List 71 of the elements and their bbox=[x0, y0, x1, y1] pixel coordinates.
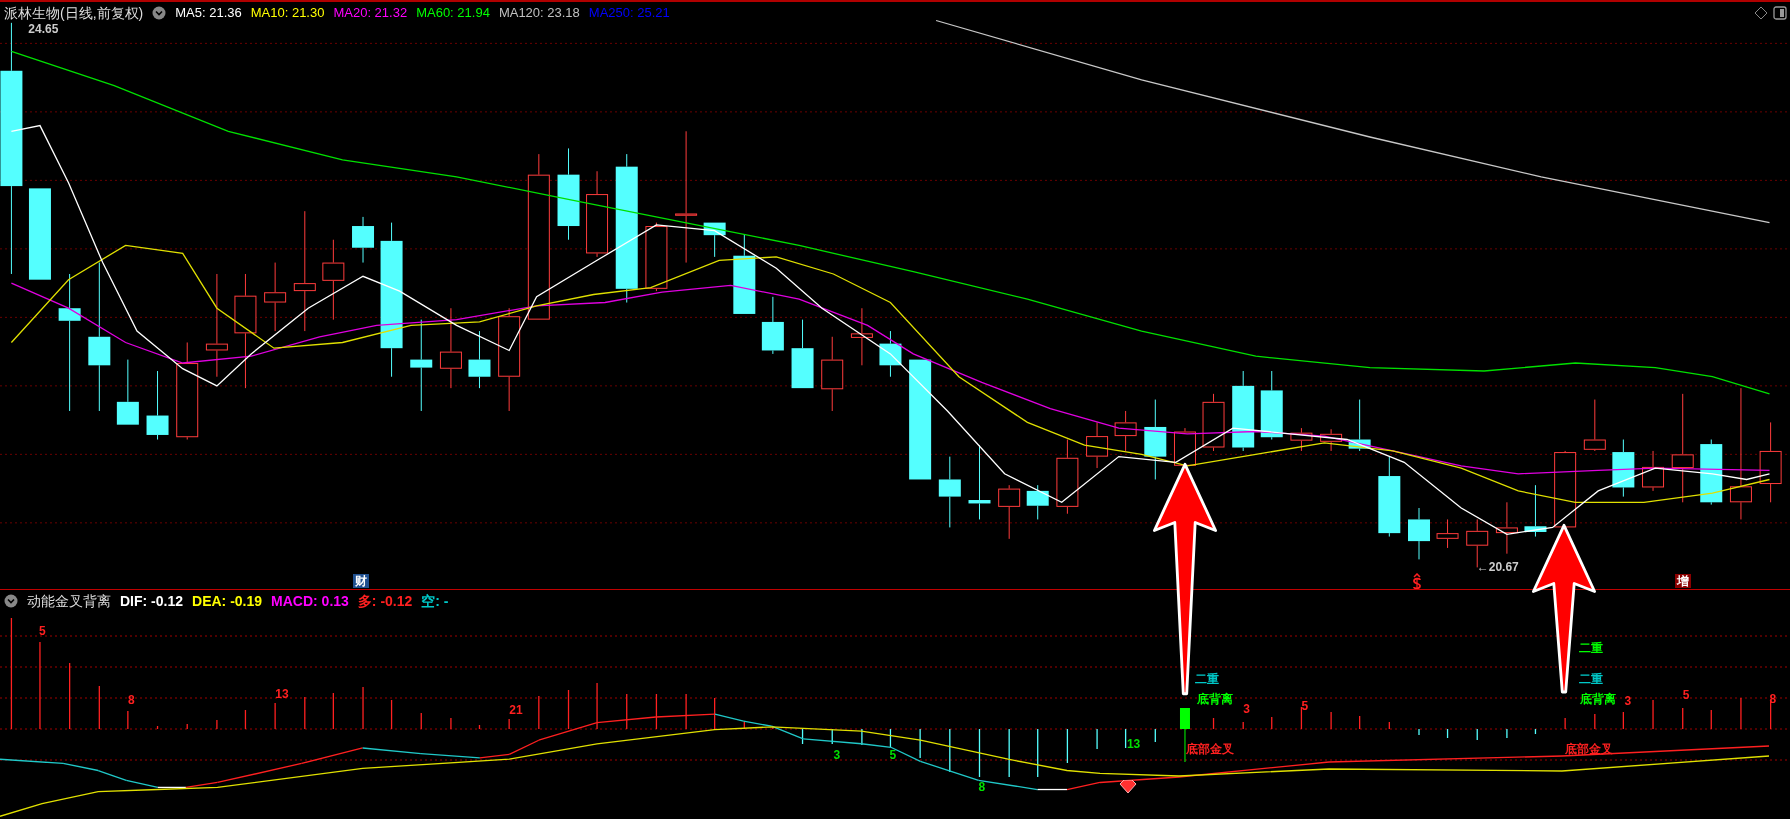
signal-label: 3 bbox=[1624, 694, 1632, 707]
price-label: ←20.67 bbox=[1476, 561, 1519, 574]
indicator-value: MA120: 23.18 bbox=[498, 4, 580, 23]
candlestick bbox=[1260, 370, 1283, 440]
indicator-value: MACD: 0.13 bbox=[271, 591, 349, 611]
candlestick bbox=[761, 296, 784, 355]
diamond-icon[interactable] bbox=[1754, 6, 1768, 20]
candlestick bbox=[264, 262, 287, 332]
signal-label: 8 bbox=[978, 780, 986, 793]
candlestick bbox=[1436, 518, 1459, 549]
candlestick bbox=[1495, 501, 1518, 555]
price-label: 24.65 bbox=[28, 22, 59, 35]
dropdown-icon[interactable] bbox=[4, 594, 18, 608]
candlestick bbox=[1086, 421, 1109, 469]
indicator-value: DEA: -0.19 bbox=[192, 591, 263, 611]
candlestick bbox=[116, 359, 139, 426]
panel-toggle-icon[interactable] bbox=[1773, 6, 1787, 20]
signal-label: 二重 bbox=[1579, 642, 1604, 655]
indicator-value: DIF: -0.12 bbox=[120, 591, 183, 611]
event-tag: 财 bbox=[352, 574, 369, 589]
candlestick bbox=[1320, 428, 1343, 452]
signal-label: 底背离 bbox=[1196, 692, 1233, 705]
candlestick bbox=[146, 370, 169, 440]
signal-label: 21 bbox=[509, 704, 523, 717]
event-tag: 增 bbox=[1674, 574, 1691, 589]
signal-label: 3 bbox=[1243, 702, 1250, 715]
signal-label: 二重 bbox=[1194, 673, 1219, 686]
indicator-value: 多: -0.12 bbox=[357, 591, 413, 611]
indicator-value: MA10: 21.30 bbox=[250, 4, 325, 23]
signal-label: 13 bbox=[275, 688, 289, 701]
candlestick bbox=[1408, 507, 1430, 560]
indicator-value: 空: - bbox=[421, 591, 449, 611]
candlestick bbox=[879, 330, 902, 378]
candlestick bbox=[468, 330, 491, 389]
dropdown-icon[interactable] bbox=[152, 6, 167, 20]
chart-title: 派林生物(日线,前复权) bbox=[4, 3, 144, 23]
signal-label: 5 bbox=[1301, 699, 1309, 712]
candlestick bbox=[1612, 439, 1635, 498]
signal-label: 底背离 bbox=[1580, 692, 1617, 705]
candlestick bbox=[1524, 484, 1547, 538]
candlestick bbox=[1290, 427, 1313, 452]
signal-label: 底部金叉 bbox=[1186, 742, 1235, 755]
candlestick bbox=[998, 484, 1021, 540]
candlestick bbox=[1348, 399, 1371, 452]
indicator-value: MA5: 21.36 bbox=[175, 4, 242, 23]
indicator-value: MA20: 21.32 bbox=[333, 4, 408, 23]
candlestick bbox=[1700, 439, 1723, 506]
candlestick bbox=[352, 216, 375, 264]
indicator-title: 动能金叉背离 bbox=[27, 591, 111, 611]
signal-label: 5 bbox=[889, 748, 897, 761]
signal-label: 8 bbox=[127, 693, 135, 706]
signal-label: 3 bbox=[833, 748, 841, 761]
candlestick bbox=[791, 319, 814, 389]
candlestick bbox=[1642, 450, 1665, 492]
dollar-icon bbox=[1411, 573, 1422, 590]
candlestick bbox=[850, 307, 873, 366]
candlestick bbox=[1202, 393, 1225, 452]
candlestick bbox=[1114, 410, 1137, 452]
signal-label: 5 bbox=[38, 625, 46, 638]
candlestick bbox=[938, 456, 961, 528]
candlestick bbox=[1174, 427, 1196, 469]
candlestick bbox=[1583, 399, 1606, 452]
gem-icon bbox=[1120, 780, 1136, 793]
signal-label: 13 bbox=[1126, 738, 1141, 751]
signal-label: 5 bbox=[1682, 689, 1690, 702]
indicator-value: MA250: 25.21 bbox=[588, 4, 670, 23]
candlestick bbox=[703, 222, 726, 258]
signal-label: 二重 bbox=[1579, 673, 1604, 686]
indicator-value: MA60: 21.94 bbox=[416, 4, 490, 23]
candlestick bbox=[1026, 484, 1049, 520]
candlestick bbox=[645, 222, 668, 292]
